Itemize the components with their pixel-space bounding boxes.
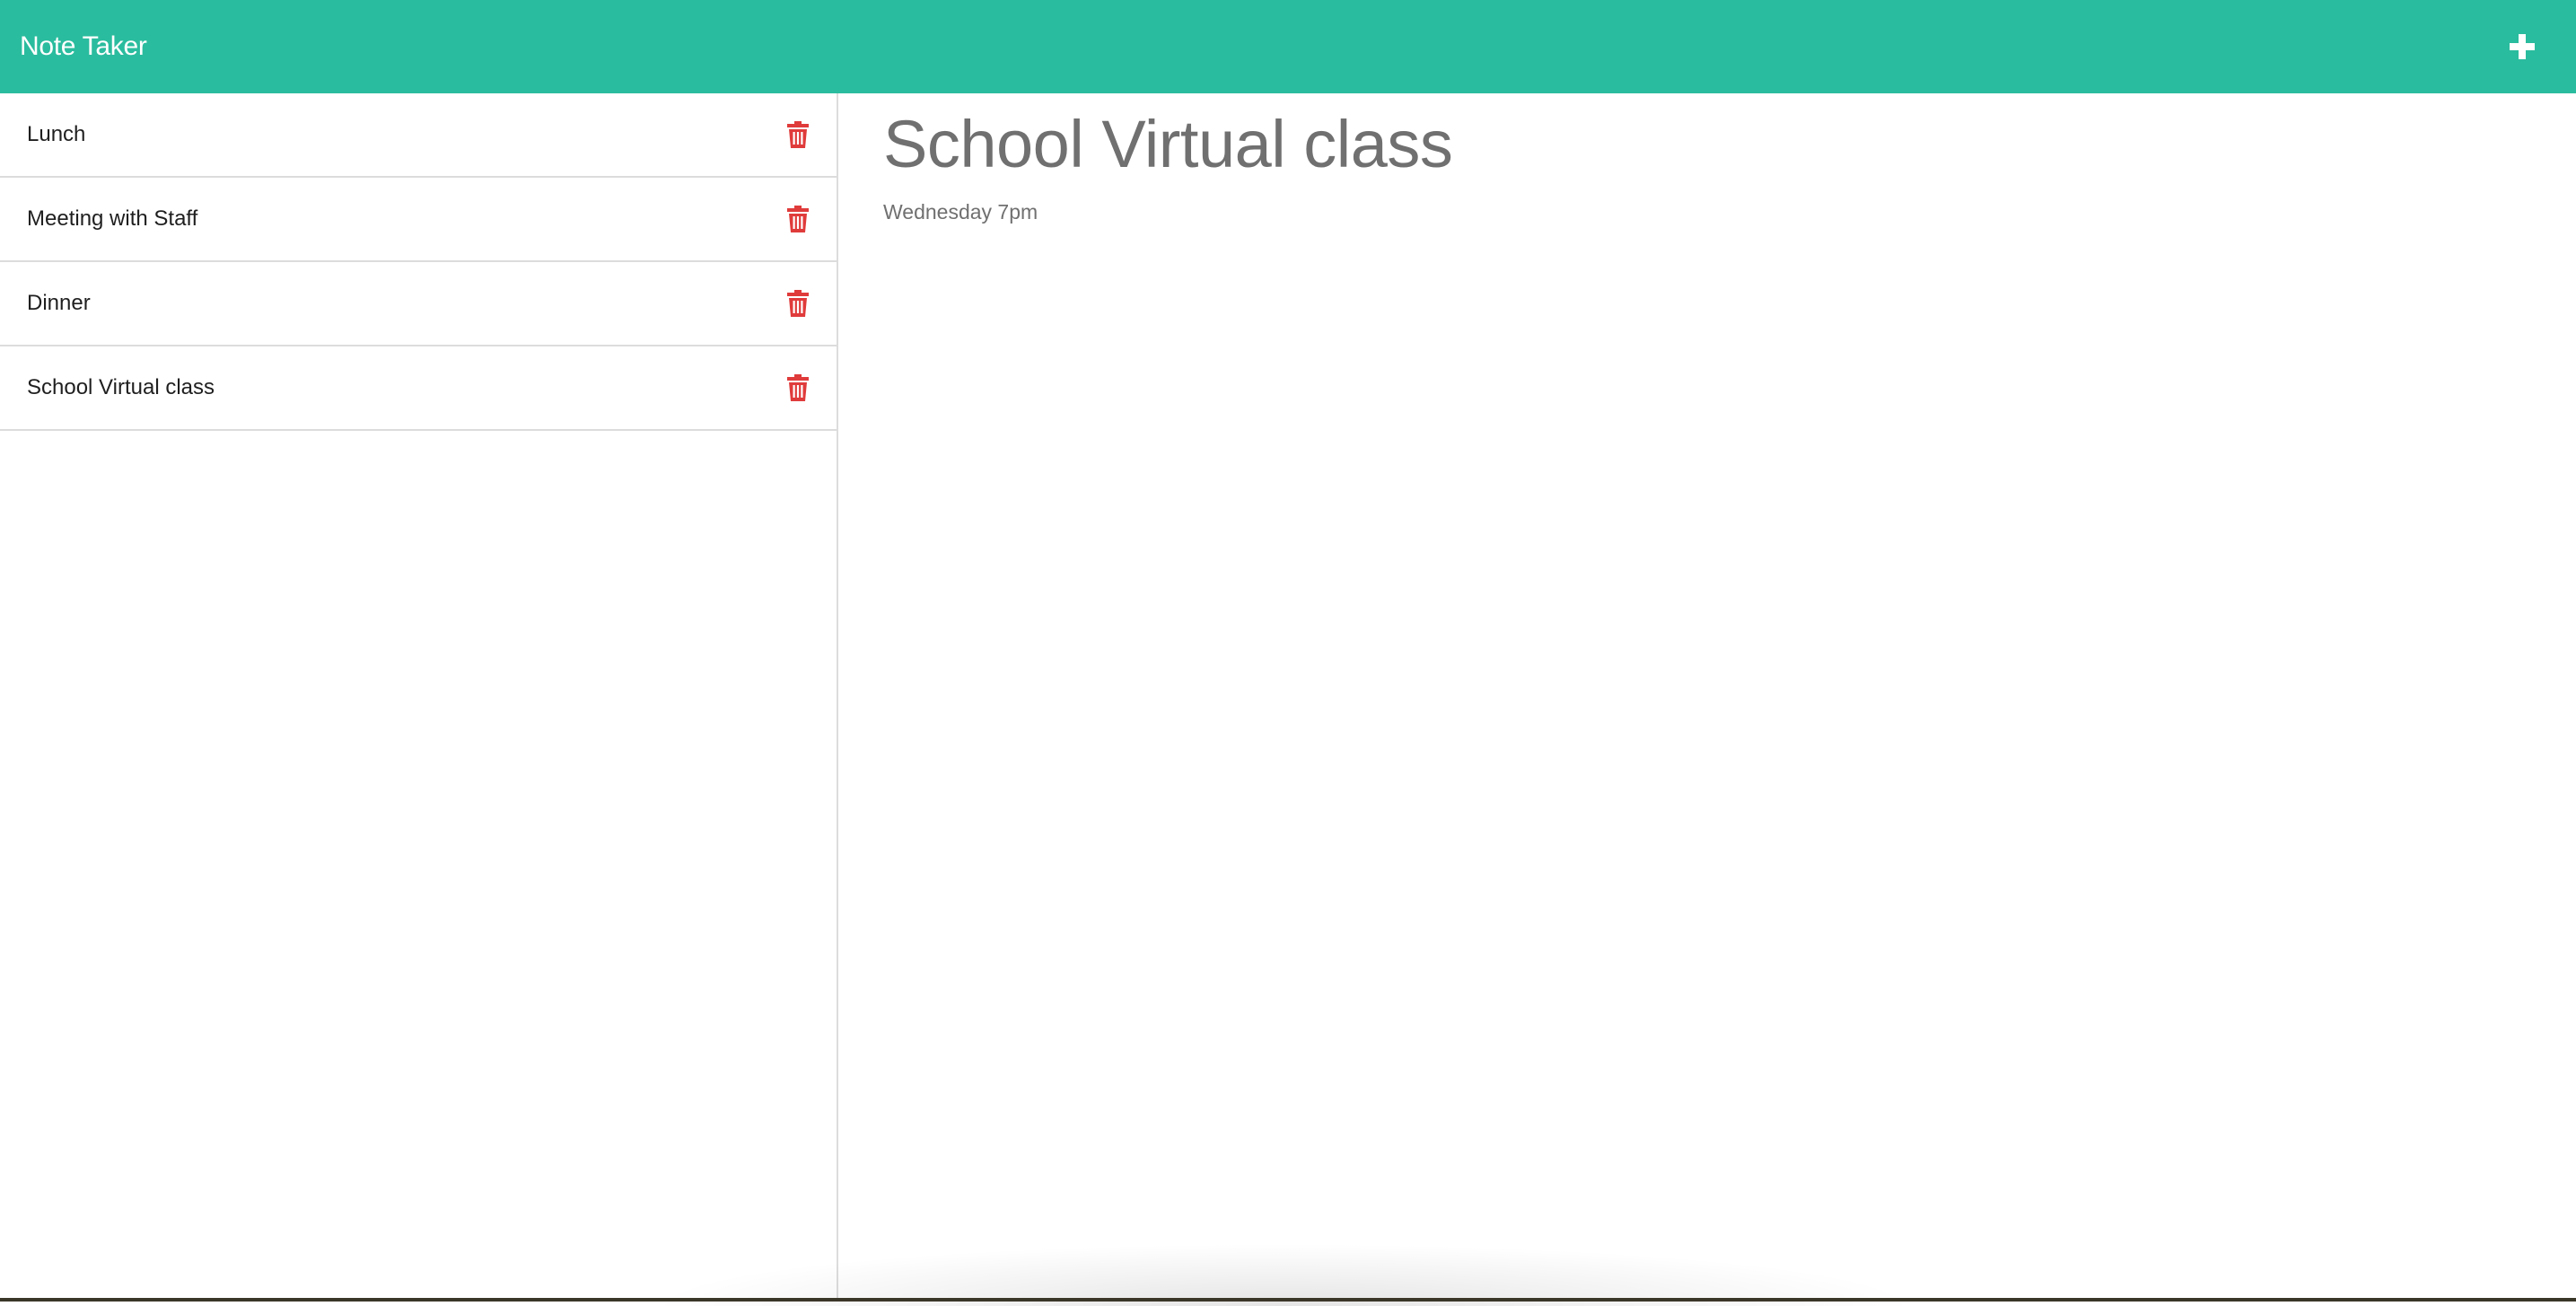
list-item[interactable]: Lunch [0,93,837,178]
trash-icon [787,121,809,148]
delete-note-button[interactable] [784,119,811,150]
trash-icon [787,290,809,317]
note-list: Lunch Meeting with Staff Dinner School V… [0,93,837,431]
note-item-title: School Virtual class [27,375,215,399]
app-title[interactable]: Note Taker [20,31,147,62]
note-editor: School Virtual class Wednesday 7pm [840,93,2576,1302]
note-title[interactable]: School Virtual class [883,106,2533,182]
navbar: Note Taker [0,0,2576,93]
bottom-edge [0,1298,2576,1302]
note-list-panel: Lunch Meeting with Staff Dinner School V… [0,93,838,1302]
note-item-title: Lunch [27,122,86,146]
note-text[interactable]: Wednesday 7pm [883,200,2533,224]
delete-note-button[interactable] [784,288,811,319]
trash-icon [787,374,809,401]
list-item[interactable]: Meeting with Staff [0,178,837,262]
trash-icon [787,206,809,232]
delete-note-button[interactable] [784,373,811,403]
note-item-title: Meeting with Staff [27,206,198,231]
new-note-button[interactable] [2495,20,2549,74]
list-item[interactable]: School Virtual class [0,346,837,431]
list-item[interactable]: Dinner [0,262,837,346]
note-item-title: Dinner [27,291,91,315]
plus-icon [2510,34,2535,59]
delete-note-button[interactable] [784,204,811,234]
